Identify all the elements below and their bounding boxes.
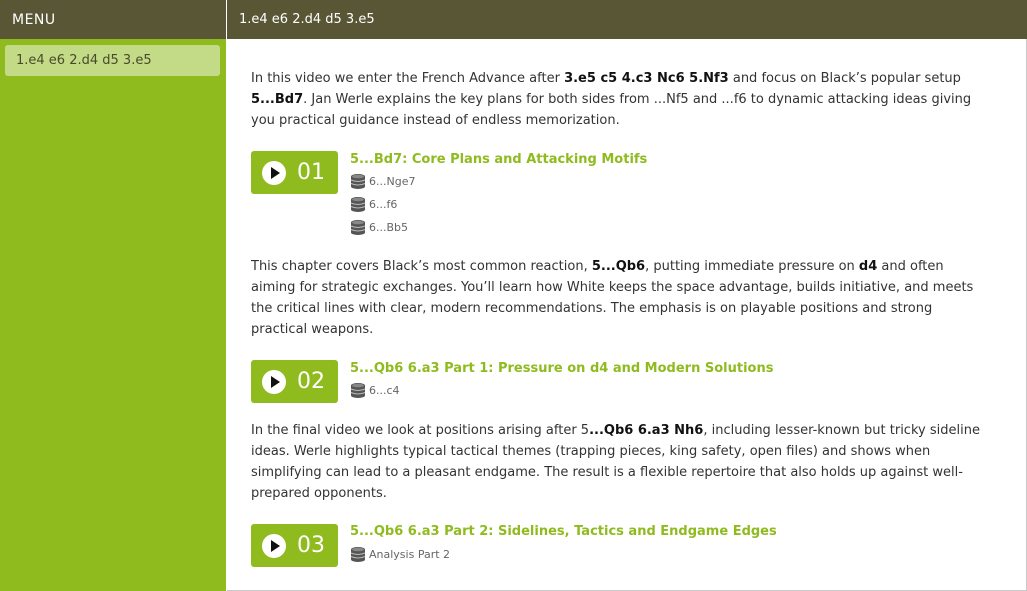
text: In the final video we look at positions … bbox=[251, 423, 590, 438]
game-label: 6...Nge7 bbox=[369, 175, 416, 188]
game-link[interactable]: 6...Nge7 bbox=[350, 173, 415, 193]
database-icon bbox=[350, 547, 366, 562]
chapter-number: 02 bbox=[297, 369, 325, 394]
chapter-number: 01 bbox=[297, 160, 325, 185]
chapter-title-01[interactable]: 5...Bd7: Core Plans and Attacking Motifs bbox=[350, 152, 647, 167]
bold-text: ...Qb6 6.a3 Nh6 bbox=[589, 423, 704, 438]
bold-text: 5...Bd7 bbox=[251, 92, 304, 107]
game-label: 6...Bb5 bbox=[369, 221, 409, 234]
menu-header: MENU bbox=[0, 0, 226, 39]
game-label: 6...c4 bbox=[369, 384, 400, 397]
game-link[interactable]: Analysis Part 2 bbox=[350, 546, 450, 566]
chapter-title-02[interactable]: 5...Qb6 6.a3 Part 1: Pressure on d4 and … bbox=[350, 361, 773, 376]
sidebar-item-french-advance[interactable]: 1.e4 e6 2.d4 d5 3.e5 bbox=[5, 45, 220, 76]
play-button-02[interactable]: 02 bbox=[251, 360, 338, 403]
text: and focus on Black’s popular setup bbox=[728, 71, 961, 86]
sidebar: MENU 1.e4 e6 2.d4 d5 3.e5 bbox=[0, 0, 226, 591]
game-link[interactable]: 6...Bb5 bbox=[350, 219, 408, 239]
text: This chapter covers Black’s most common … bbox=[251, 259, 592, 274]
bold-text: d4 bbox=[858, 259, 878, 274]
intro-paragraph: In this video we enter the French Advanc… bbox=[251, 68, 986, 131]
chapter-number: 03 bbox=[297, 533, 325, 558]
play-button-01[interactable]: 01 bbox=[251, 151, 338, 194]
text: , putting immediate pressure on bbox=[645, 259, 859, 274]
database-icon bbox=[350, 383, 366, 398]
chapter-title-03[interactable]: 5...Qb6 6.a3 Part 2: Sidelines, Tactics … bbox=[350, 524, 777, 539]
chapter-03-description: In the final video we look at positions … bbox=[251, 420, 986, 504]
play-icon bbox=[262, 370, 286, 394]
main-content: In this video we enter the French Advanc… bbox=[227, 39, 1026, 590]
play-button-03[interactable]: 03 bbox=[251, 524, 338, 567]
database-icon bbox=[350, 174, 366, 189]
play-icon bbox=[262, 161, 286, 185]
game-label: Analysis Part 2 bbox=[369, 548, 451, 561]
bold-text: 5...Qb6 bbox=[591, 259, 646, 274]
play-icon bbox=[262, 534, 286, 558]
page-title: 1.e4 e6 2.d4 d5 3.e5 bbox=[227, 0, 1027, 39]
database-icon bbox=[350, 220, 366, 235]
bold-text: 3.e5 c5 4.c3 Nc6 5.Nf3 bbox=[564, 71, 729, 86]
text: . Jan Werle explains the key plans for b… bbox=[251, 92, 972, 128]
game-label: 6...f6 bbox=[369, 198, 398, 211]
database-icon bbox=[350, 197, 366, 212]
text: In this video we enter the French Advanc… bbox=[251, 71, 565, 86]
game-link[interactable]: 6...c4 bbox=[350, 382, 400, 402]
chapter-02-description: This chapter covers Black’s most common … bbox=[251, 256, 986, 340]
game-link[interactable]: 6...f6 bbox=[350, 196, 397, 216]
